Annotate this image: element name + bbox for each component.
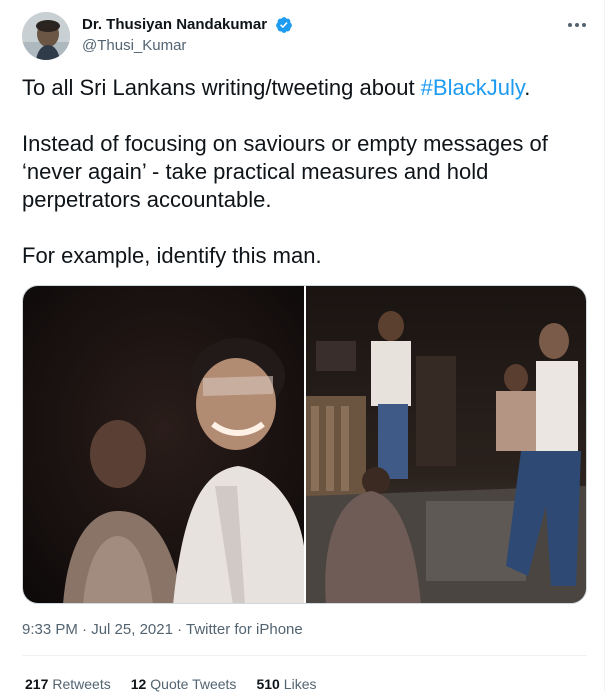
tweet-source-link[interactable]: Twitter for iPhone bbox=[186, 621, 303, 638]
tweet-paragraph-2: Instead of focusing on saviours or empty… bbox=[22, 131, 548, 212]
tweet-time: 9:33 PM bbox=[22, 621, 78, 638]
meta-separator-1: · bbox=[77, 621, 92, 638]
tweet-stats: 217 Retweets 12 Quote Tweets 510 Likes bbox=[25, 675, 336, 693]
tweet-line1-before: To all Sri Lankans writing/tweeting abou… bbox=[22, 75, 421, 100]
tweet-line1-after: . bbox=[524, 75, 531, 100]
media-grid bbox=[22, 285, 587, 604]
avatar[interactable] bbox=[22, 12, 70, 60]
tweet-date: Jul 25, 2021 bbox=[91, 621, 173, 638]
photo-2-image bbox=[306, 286, 586, 603]
more-options-icon[interactable] bbox=[566, 14, 588, 36]
divider bbox=[22, 655, 587, 656]
retweets-count: 217 bbox=[25, 676, 49, 692]
photo-1-image bbox=[23, 286, 304, 603]
tweet-time-link[interactable]: 9:33 PM · Jul 25, 2021 bbox=[22, 621, 173, 638]
quote-tweets-count: 12 bbox=[130, 676, 147, 692]
likes-label: Likes bbox=[283, 676, 317, 692]
tweet-paragraph-3: For example, identify this man. bbox=[22, 243, 322, 268]
author-info[interactable]: Dr. Thusiyan Nandakumar @Thusi_Kumar bbox=[82, 15, 293, 56]
meta-separator-2: · bbox=[172, 621, 187, 638]
photo-1[interactable] bbox=[23, 286, 304, 603]
tweet-meta: 9:33 PM · Jul 25, 2021 · Twitter for iPh… bbox=[22, 620, 303, 640]
quote-tweets-label: Quote Tweets bbox=[150, 676, 237, 692]
likes-stat[interactable]: 510 Likes bbox=[256, 675, 316, 693]
verified-badge-icon bbox=[275, 17, 292, 33]
avatar-image bbox=[22, 12, 70, 60]
photo-2[interactable] bbox=[306, 286, 586, 603]
author-handle[interactable]: @Thusi_Kumar bbox=[82, 36, 293, 56]
tweet-text: To all Sri Lankans writing/tweeting abou… bbox=[22, 74, 587, 270]
retweets-label: Retweets bbox=[52, 676, 111, 692]
tweet-paragraph-1: To all Sri Lankans writing/tweeting abou… bbox=[22, 74, 587, 102]
hashtag-link[interactable]: #BlackJuly bbox=[421, 75, 525, 100]
quote-tweets-stat[interactable]: 12 Quote Tweets bbox=[131, 675, 237, 693]
author-display-name[interactable]: Dr. Thusiyan Nandakumar bbox=[82, 15, 267, 35]
likes-count: 510 bbox=[256, 676, 280, 692]
tweet: Dr. Thusiyan Nandakumar @Thusi_Kumar To … bbox=[0, 0, 605, 693]
retweets-stat[interactable]: 217 Retweets bbox=[25, 675, 111, 693]
